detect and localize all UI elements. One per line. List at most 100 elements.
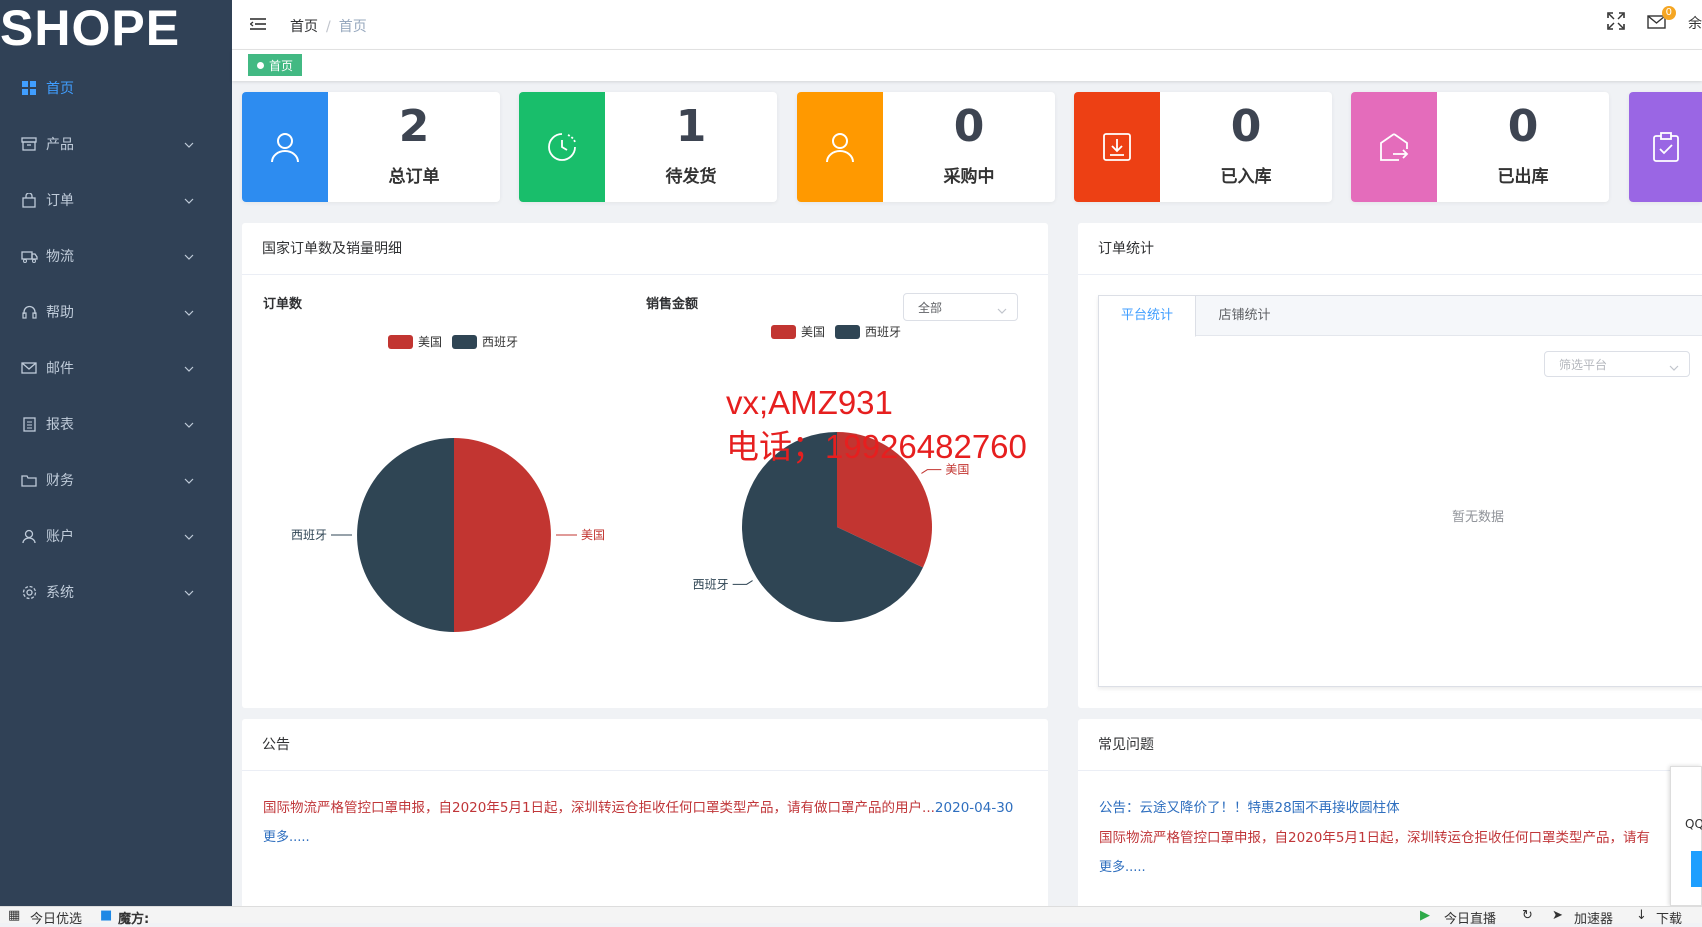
clipboard-check-icon <box>1629 92 1702 202</box>
tags-view: 首页 <box>232 50 1702 81</box>
pie-label-line <box>921 469 942 474</box>
pie-slice-spain[interactable] <box>357 438 454 632</box>
sidebar-item-label: 邮件 <box>46 361 74 377</box>
headset-icon <box>20 303 38 321</box>
notice-date: 2020-04-30 <box>934 800 1014 816</box>
rocket-icon: ➤ <box>1552 908 1563 923</box>
dashboard-icon <box>20 79 38 97</box>
faq-more-link[interactable]: 更多..... <box>1099 856 1146 875</box>
chevron-down-icon <box>184 416 194 432</box>
taskbar-item[interactable]: 魔方: <box>118 908 149 927</box>
app-logo[interactable]: SHOPE <box>0 0 180 56</box>
faq-item[interactable]: 公告：云途又降价了！！特惠28国不再接收圆柱体 <box>1099 796 1400 816</box>
mail-icon[interactable]: 0 <box>1647 5 1676 33</box>
download-icon: ↓ <box>1636 908 1647 923</box>
pie-label: 西班牙 <box>291 528 327 542</box>
contact-watermark: vx;AMZ931 电话；19926482760 <box>726 381 1027 469</box>
order-stats-panel: 订单统计 平台统计 店铺统计 筛选平台 暂无数据 <box>1078 223 1702 708</box>
select-placeholder: 筛选平台 <box>1559 357 1608 372</box>
play-icon: ▶ <box>1420 908 1430 923</box>
menu-toggle-icon[interactable] <box>249 16 266 35</box>
sidebar-item-home[interactable]: 首页 <box>0 60 232 116</box>
chevron-down-icon <box>184 472 194 488</box>
chevron-down-icon <box>184 304 194 320</box>
sidebar-item-label: 帮助 <box>46 305 74 321</box>
cube-icon: ■ <box>100 908 113 923</box>
stat-card-total-orders[interactable]: 2 总订单 <box>242 92 500 202</box>
sidebar-item-product[interactable]: 产品 <box>0 116 232 172</box>
sidebar-item-mail[interactable]: 邮件 <box>0 340 232 396</box>
stat-card-pending-shipment[interactable]: 1 待发货 <box>519 92 777 202</box>
panel-title: 公告 <box>242 719 1048 771</box>
user-avatar[interactable]: 余 <box>1688 13 1702 33</box>
sidebar-item-report[interactable]: 报表 <box>0 396 232 452</box>
clock-icon <box>519 92 605 202</box>
stat-card-stocked-out[interactable]: 0 已出库 <box>1351 92 1609 202</box>
sidebar-item-label: 物流 <box>46 249 74 265</box>
stat-value: 1 <box>675 101 707 152</box>
taskbar-item[interactable]: 下载 <box>1656 908 1682 927</box>
user-icon <box>242 92 328 202</box>
platform-filter-select[interactable]: 筛选平台 <box>1544 351 1690 377</box>
box-icon <box>20 135 38 153</box>
tab-platform-stats[interactable]: 平台统计 <box>1099 296 1196 337</box>
sidebar-item-order[interactable]: 订单 <box>0 172 232 228</box>
report-icon <box>20 415 38 433</box>
pie-slice-usa[interactable] <box>454 438 551 632</box>
notice-panel: 公告 国际物流严格管控口罩申报，自2020年5月1日起，深圳转运仓拒收任何口罩类… <box>242 719 1048 909</box>
qq-button[interactable] <box>1691 851 1702 887</box>
pie-label: 西班牙 <box>693 577 729 591</box>
sidebar: SHOPE 首页 产品 订单 物流 帮助 邮件 报表 财务 账户 系统 <box>0 0 232 906</box>
empty-state: 暂无数据 <box>1452 510 1505 525</box>
stat-value: 0 <box>1230 101 1262 152</box>
gear-icon <box>20 583 38 601</box>
stat-label: 已入库 <box>1220 167 1272 187</box>
bag-icon <box>20 191 38 209</box>
taskbar-item[interactable]: 今日优选 <box>30 908 82 927</box>
panel-title: 常见问题 <box>1078 719 1702 771</box>
faq-item[interactable]: 国际物流严格管控口罩申报，自2020年5月1日起，深圳转运仓拒收任何口罩类型产品… <box>1099 826 1650 846</box>
faq-panel: 常见问题 公告：云途又降价了！！特惠28国不再接收圆柱体 国际物流严格管控口罩申… <box>1078 719 1702 909</box>
top-header: 首页 / 首页 0 余 <box>232 0 1702 50</box>
watermark-line: vx;AMZ931 <box>726 384 893 421</box>
stat-value: 0 <box>953 101 985 152</box>
refresh-icon[interactable]: ↻ <box>1522 908 1533 923</box>
stat-value: 0 <box>1507 101 1539 152</box>
qq-float-widget[interactable]: QQ <box>1670 766 1702 906</box>
taskbar-item[interactable]: 今日直播 <box>1444 908 1496 927</box>
chevron-down-icon <box>184 584 194 600</box>
taskbar-item[interactable]: 加速器 <box>1574 908 1613 927</box>
tag-home[interactable]: 首页 <box>248 54 303 76</box>
notice-more-link[interactable]: 更多..... <box>263 826 310 845</box>
watermark-line: 电话；19926482760 <box>726 428 1027 465</box>
stat-card-sixth[interactable] <box>1629 92 1702 202</box>
mail-badge: 0 <box>1661 5 1676 20</box>
sidebar-item-label: 财务 <box>46 473 74 489</box>
sidebar-item-logistics[interactable]: 物流 <box>0 228 232 284</box>
sidebar-item-label: 订单 <box>46 193 74 209</box>
chevron-down-icon <box>184 192 194 208</box>
sidebar-menu: 首页 产品 订单 物流 帮助 邮件 报表 财务 账户 系统 <box>0 60 232 620</box>
sidebar-item-finance[interactable]: 财务 <box>0 452 232 508</box>
order-stats-tabs: 平台统计 店铺统计 筛选平台 暂无数据 <box>1098 295 1702 687</box>
chevron-down-icon <box>184 248 194 264</box>
fullscreen-icon[interactable] <box>1607 12 1625 34</box>
stat-label: 总订单 <box>388 167 440 187</box>
user-icon <box>797 92 883 202</box>
sidebar-item-account[interactable]: 账户 <box>0 508 232 564</box>
chevron-down-icon <box>184 136 194 152</box>
sidebar-item-help[interactable]: 帮助 <box>0 284 232 340</box>
notice-text: 国际物流严格管控口罩申报，自2020年5月1日起，深圳转运仓拒收任何口罩类型产品… <box>263 800 935 816</box>
gift-icon[interactable]: ▦ <box>8 908 20 923</box>
sidebar-item-system[interactable]: 系统 <box>0 564 232 620</box>
sidebar-item-label: 系统 <box>46 585 74 601</box>
breadcrumb-current: 首页 <box>338 19 367 35</box>
notice-item[interactable]: 国际物流严格管控口罩申报，自2020年5月1日起，深圳转运仓拒收任何口罩类型产品… <box>263 796 1013 816</box>
tab-shop-stats[interactable]: 店铺统计 <box>1196 296 1293 335</box>
export-icon <box>1351 92 1437 202</box>
stat-card-stocked-in[interactable]: 0 已入库 <box>1074 92 1332 202</box>
breadcrumb-home[interactable]: 首页 <box>290 19 318 35</box>
stat-card-purchasing[interactable]: 0 采购中 <box>797 92 1055 202</box>
truck-icon <box>20 247 38 265</box>
mail-icon <box>20 359 38 377</box>
